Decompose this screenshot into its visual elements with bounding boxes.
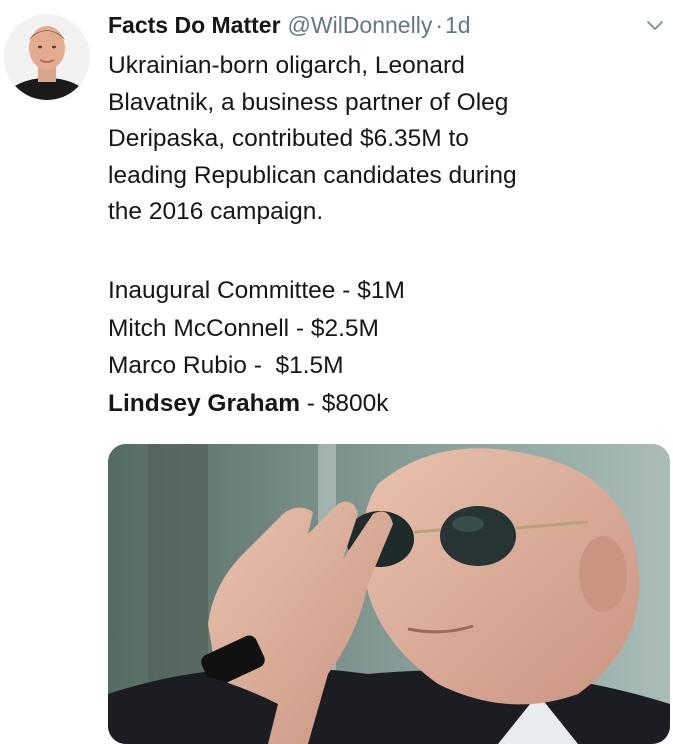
donation-recipient: Mitch McConnell (108, 314, 290, 342)
donation-recipient: Marco Rubio (108, 352, 247, 379)
donation-amount: $1.5M (275, 352, 344, 379)
donation-item: Mitch McConnell - $2.5M (108, 310, 405, 348)
donation-item: Inaugural Committee - $1M (108, 272, 405, 310)
donation-separator: - (299, 389, 322, 417)
donation-separator: - (246, 352, 276, 379)
donation-separator: - (335, 277, 358, 304)
tweet-photo[interactable] (108, 444, 670, 744)
donation-amount: $800k (321, 389, 389, 417)
avatar[interactable] (4, 14, 90, 100)
tweet-header: Facts Do Matter @WilDonnelly · 1d (108, 12, 471, 44)
tweet-timestamp[interactable]: 1d (445, 12, 471, 39)
tweet: Facts Do Matter @WilDonnelly · 1d Ukrain… (0, 0, 673, 744)
tweet-text: Ukrainian-born oligarch, Leonard Blavatn… (108, 48, 658, 231)
donation-separator: - (289, 314, 311, 342)
tweet-text-line: Ukrainian-born oligarch, Leonard (108, 52, 465, 79)
donation-recipient: Inaugural Committee (108, 277, 336, 304)
tweet-text-line: the 2016 campaign. (108, 198, 324, 225)
photo-image (108, 444, 670, 744)
tweet-text-line: leading Republican candidates during (108, 161, 517, 189)
avatar-image (4, 14, 90, 100)
donation-list: Inaugural Committee - $1M Mitch McConnel… (108, 272, 405, 422)
donation-recipient: Lindsey Graham (108, 389, 300, 417)
donation-item: Marco Rubio - $1.5M (108, 347, 405, 385)
donation-amount: $2.5M (310, 314, 379, 342)
chevron-down-icon[interactable] (646, 20, 664, 32)
header-separator: · (435, 12, 443, 38)
author-display-name[interactable]: Facts Do Matter (108, 12, 281, 39)
tweet-text-line: Deripaska, contributed $6.35M to (108, 125, 469, 152)
author-handle[interactable]: @WilDonnelly (288, 12, 433, 39)
donation-amount: $1M (357, 277, 405, 304)
tweet-text-line: Blavatnik, a business partner of Oleg (108, 88, 509, 116)
donation-item: Lindsey Graham - $800k (108, 385, 405, 423)
